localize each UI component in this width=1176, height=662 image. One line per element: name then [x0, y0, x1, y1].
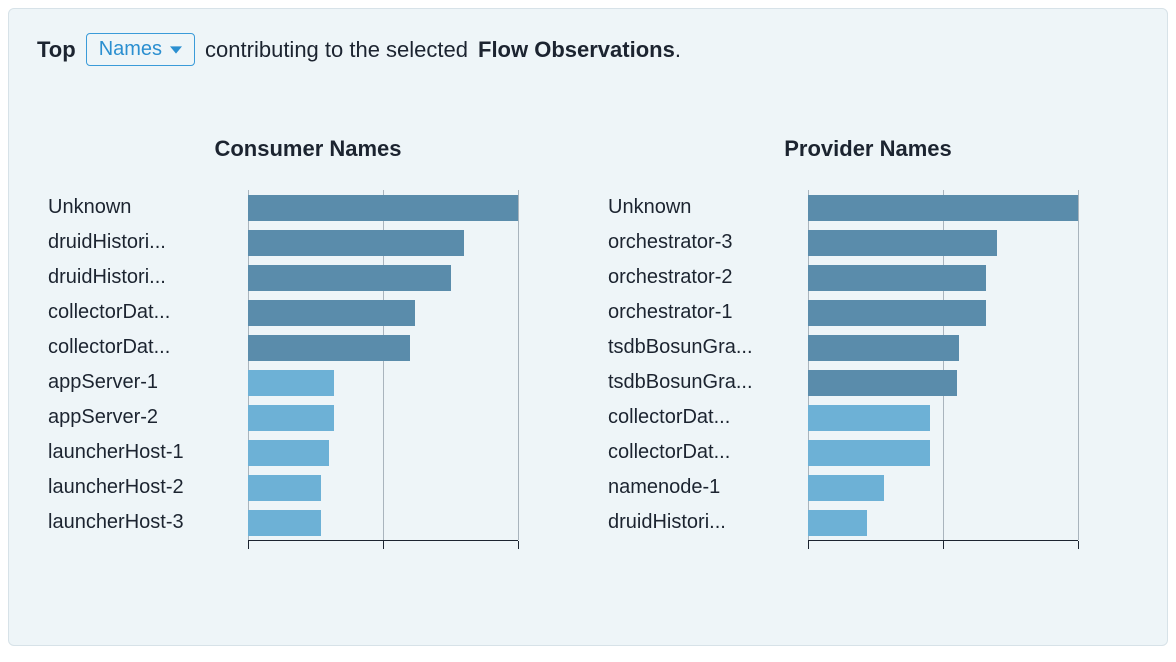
y-tick-label: druidHistori... — [48, 225, 248, 260]
bar-row — [808, 400, 1078, 435]
bar-row — [808, 260, 1078, 295]
bar-row — [808, 330, 1078, 365]
y-tick-label: launcherHost-1 — [48, 435, 248, 470]
y-tick-label: Unknown — [608, 190, 808, 225]
chart-title: Provider Names — [608, 136, 1128, 162]
x-axis — [808, 540, 1078, 541]
bar-row — [808, 225, 1078, 260]
header-top: Top — [37, 37, 76, 63]
charts-row: Consumer Names UnknowndruidHistori...dru… — [37, 136, 1139, 540]
bar[interactable] — [248, 265, 451, 291]
y-tick-label: druidHistori... — [48, 260, 248, 295]
y-tick-label: collectorDat... — [608, 400, 808, 435]
y-tick-label: launcherHost-2 — [48, 470, 248, 505]
y-tick-label: collectorDat... — [608, 435, 808, 470]
bar[interactable] — [808, 440, 930, 466]
gridline — [518, 190, 519, 540]
bar[interactable] — [808, 195, 1078, 221]
bars — [808, 190, 1078, 540]
y-tick-label: collectorDat... — [48, 295, 248, 330]
bar-row — [808, 365, 1078, 400]
y-tick-label: orchestrator-3 — [608, 225, 808, 260]
bar-row — [248, 330, 518, 365]
header-middle: contributing to the selected — [205, 37, 468, 63]
y-tick-label: Unknown — [48, 190, 248, 225]
y-tick-label: orchestrator-2 — [608, 260, 808, 295]
gridline — [1078, 190, 1079, 540]
bar[interactable] — [248, 300, 415, 326]
bar[interactable] — [808, 475, 884, 501]
header-period: . — [675, 37, 681, 62]
chevron-down-icon — [170, 44, 182, 56]
consumer-chart: Consumer Names UnknowndruidHistori...dru… — [48, 136, 568, 540]
y-tick-label: druidHistori... — [608, 505, 808, 540]
x-tick — [943, 541, 944, 549]
bar-row — [248, 260, 518, 295]
bar-row — [808, 435, 1078, 470]
bar-row — [248, 365, 518, 400]
bar-row — [808, 470, 1078, 505]
header-sentence: Top Names contributing to the selected F… — [37, 33, 1139, 66]
x-axis — [248, 540, 518, 541]
plot-area — [808, 190, 1078, 540]
header-end-wrap: Flow Observations. — [478, 37, 681, 63]
bar[interactable] — [808, 230, 997, 256]
bar[interactable] — [248, 405, 334, 431]
bar-row — [808, 295, 1078, 330]
x-tick — [1078, 541, 1079, 549]
header-bold-end: Flow Observations — [478, 37, 675, 62]
bar[interactable] — [808, 510, 867, 536]
bar[interactable] — [248, 440, 329, 466]
y-tick-label: namenode-1 — [608, 470, 808, 505]
bar[interactable] — [248, 475, 321, 501]
bar-row — [248, 295, 518, 330]
dropdown-label: Names — [99, 38, 162, 61]
bar-row — [248, 190, 518, 225]
bar-row — [248, 225, 518, 260]
top-contributors-panel: Top Names contributing to the selected F… — [8, 8, 1168, 646]
y-tick-label: appServer-2 — [48, 400, 248, 435]
y-tick-label: tsdbBosunGra... — [608, 365, 808, 400]
bar[interactable] — [808, 300, 986, 326]
bar[interactable] — [248, 370, 334, 396]
y-tick-label: appServer-1 — [48, 365, 248, 400]
bar-row — [248, 435, 518, 470]
bars — [248, 190, 518, 540]
bar-row — [248, 400, 518, 435]
bar-row — [248, 470, 518, 505]
x-tick — [248, 541, 249, 549]
y-tick-label: orchestrator-1 — [608, 295, 808, 330]
chart-title: Consumer Names — [48, 136, 568, 162]
bar[interactable] — [808, 265, 986, 291]
x-tick — [383, 541, 384, 549]
plot-area — [248, 190, 518, 540]
y-tick-label: tsdbBosunGra... — [608, 330, 808, 365]
provider-chart: Provider Names Unknownorchestrator-3orch… — [608, 136, 1128, 540]
chart-body: Unknownorchestrator-3orchestrator-2orche… — [608, 190, 1128, 540]
bar[interactable] — [808, 335, 959, 361]
bar[interactable] — [248, 195, 518, 221]
bar-row — [808, 505, 1078, 540]
y-tick-label: launcherHost-3 — [48, 505, 248, 540]
bar[interactable] — [248, 335, 410, 361]
y-axis-labels: Unknownorchestrator-3orchestrator-2orche… — [608, 190, 808, 540]
bar[interactable] — [248, 230, 464, 256]
bar[interactable] — [248, 510, 321, 536]
x-tick — [808, 541, 809, 549]
bar[interactable] — [808, 405, 930, 431]
chart-body: UnknowndruidHistori...druidHistori...col… — [48, 190, 568, 540]
dimension-dropdown[interactable]: Names — [86, 33, 195, 66]
y-tick-label: collectorDat... — [48, 330, 248, 365]
y-axis-labels: UnknowndruidHistori...druidHistori...col… — [48, 190, 248, 540]
bar[interactable] — [808, 370, 957, 396]
bar-row — [808, 190, 1078, 225]
bar-row — [248, 505, 518, 540]
x-tick — [518, 541, 519, 549]
